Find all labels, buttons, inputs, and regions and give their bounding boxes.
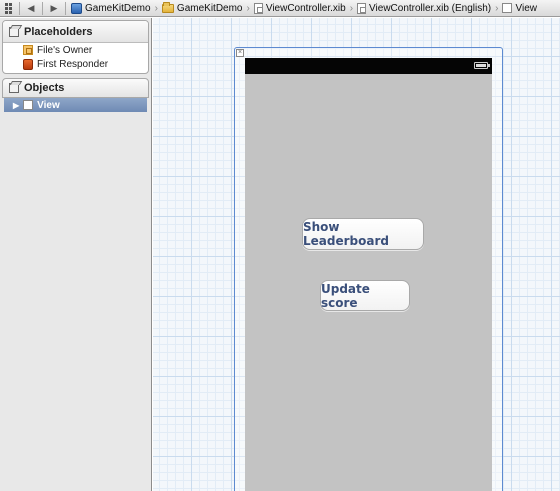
objects-header[interactable]: Objects <box>2 78 149 98</box>
breadcrumb-file[interactable]: ViewController.xib <box>252 2 348 14</box>
forward-button[interactable]: ▶ <box>46 0 62 16</box>
breadcrumb-label: View <box>515 2 537 14</box>
document-outline: Placeholders File's Owner First Responde… <box>0 18 152 491</box>
list-item-label: First Responder <box>37 58 109 70</box>
breadcrumb-view[interactable]: View <box>500 3 539 14</box>
breadcrumb-label: ViewController.xib (English) <box>369 2 492 14</box>
back-button[interactable]: ◀ <box>23 0 39 16</box>
disclosure-triangle-icon[interactable]: ▶ <box>13 101 19 110</box>
xib-file-icon <box>253 2 263 14</box>
list-item-label: View <box>37 99 60 111</box>
placeholders-group: Placeholders File's Owner First Responde… <box>2 20 149 74</box>
view-icon <box>23 100 34 110</box>
objects-group: Objects ▶ View <box>2 78 149 112</box>
project-icon <box>71 2 82 14</box>
list-item-view[interactable]: ▶ View <box>4 98 147 112</box>
list-item-label: File's Owner <box>37 44 93 56</box>
grid-icon <box>4 2 12 14</box>
battery-icon <box>474 62 490 69</box>
show-leaderboard-button[interactable]: Show Leaderboard <box>302 218 424 250</box>
files-owner-icon <box>23 45 33 55</box>
breadcrumb-project[interactable]: GameKitDemo <box>69 2 153 14</box>
chevron-right-icon: › <box>246 2 250 14</box>
placeholders-title: Placeholders <box>24 25 93 38</box>
view-icon <box>502 3 513 13</box>
divider <box>42 1 43 15</box>
chevron-right-icon: › <box>495 2 499 14</box>
chevron-right-icon: › <box>349 2 354 14</box>
breadcrumb-group[interactable]: GameKitDemo <box>160 1 245 14</box>
placeholders-header[interactable]: Placeholders <box>3 21 148 43</box>
list-item-files-owner[interactable]: File's Owner <box>3 43 148 57</box>
xib-file-icon <box>357 2 367 14</box>
related-items-button[interactable] <box>0 0 16 16</box>
jump-bar: ◀ ▶ GameKitDemo › GameKitDemo › ViewCont… <box>0 0 560 17</box>
main-view[interactable]: Show Leaderboard Update score <box>245 58 492 491</box>
divider <box>19 1 20 15</box>
objects-title: Objects <box>24 82 65 94</box>
view-controller-scene[interactable]: × Show Leaderboard Update score <box>234 47 503 491</box>
divider <box>65 1 66 15</box>
status-bar <box>245 58 492 74</box>
breadcrumb-label: GameKitDemo <box>85 2 151 14</box>
folder-icon <box>161 1 174 13</box>
first-responder-icon <box>23 58 33 70</box>
update-score-button[interactable]: Update score <box>320 280 410 311</box>
breadcrumb-label: ViewController.xib <box>265 2 346 14</box>
cube-icon <box>9 26 19 37</box>
breadcrumb-label: GameKitDemo <box>176 2 243 14</box>
list-item-first-responder[interactable]: First Responder <box>3 57 148 71</box>
chevron-right-icon: › <box>154 2 158 14</box>
breadcrumb-localization[interactable]: ViewController.xib (English) <box>355 2 493 14</box>
cube-icon <box>9 83 19 93</box>
close-icon[interactable]: × <box>236 49 244 57</box>
